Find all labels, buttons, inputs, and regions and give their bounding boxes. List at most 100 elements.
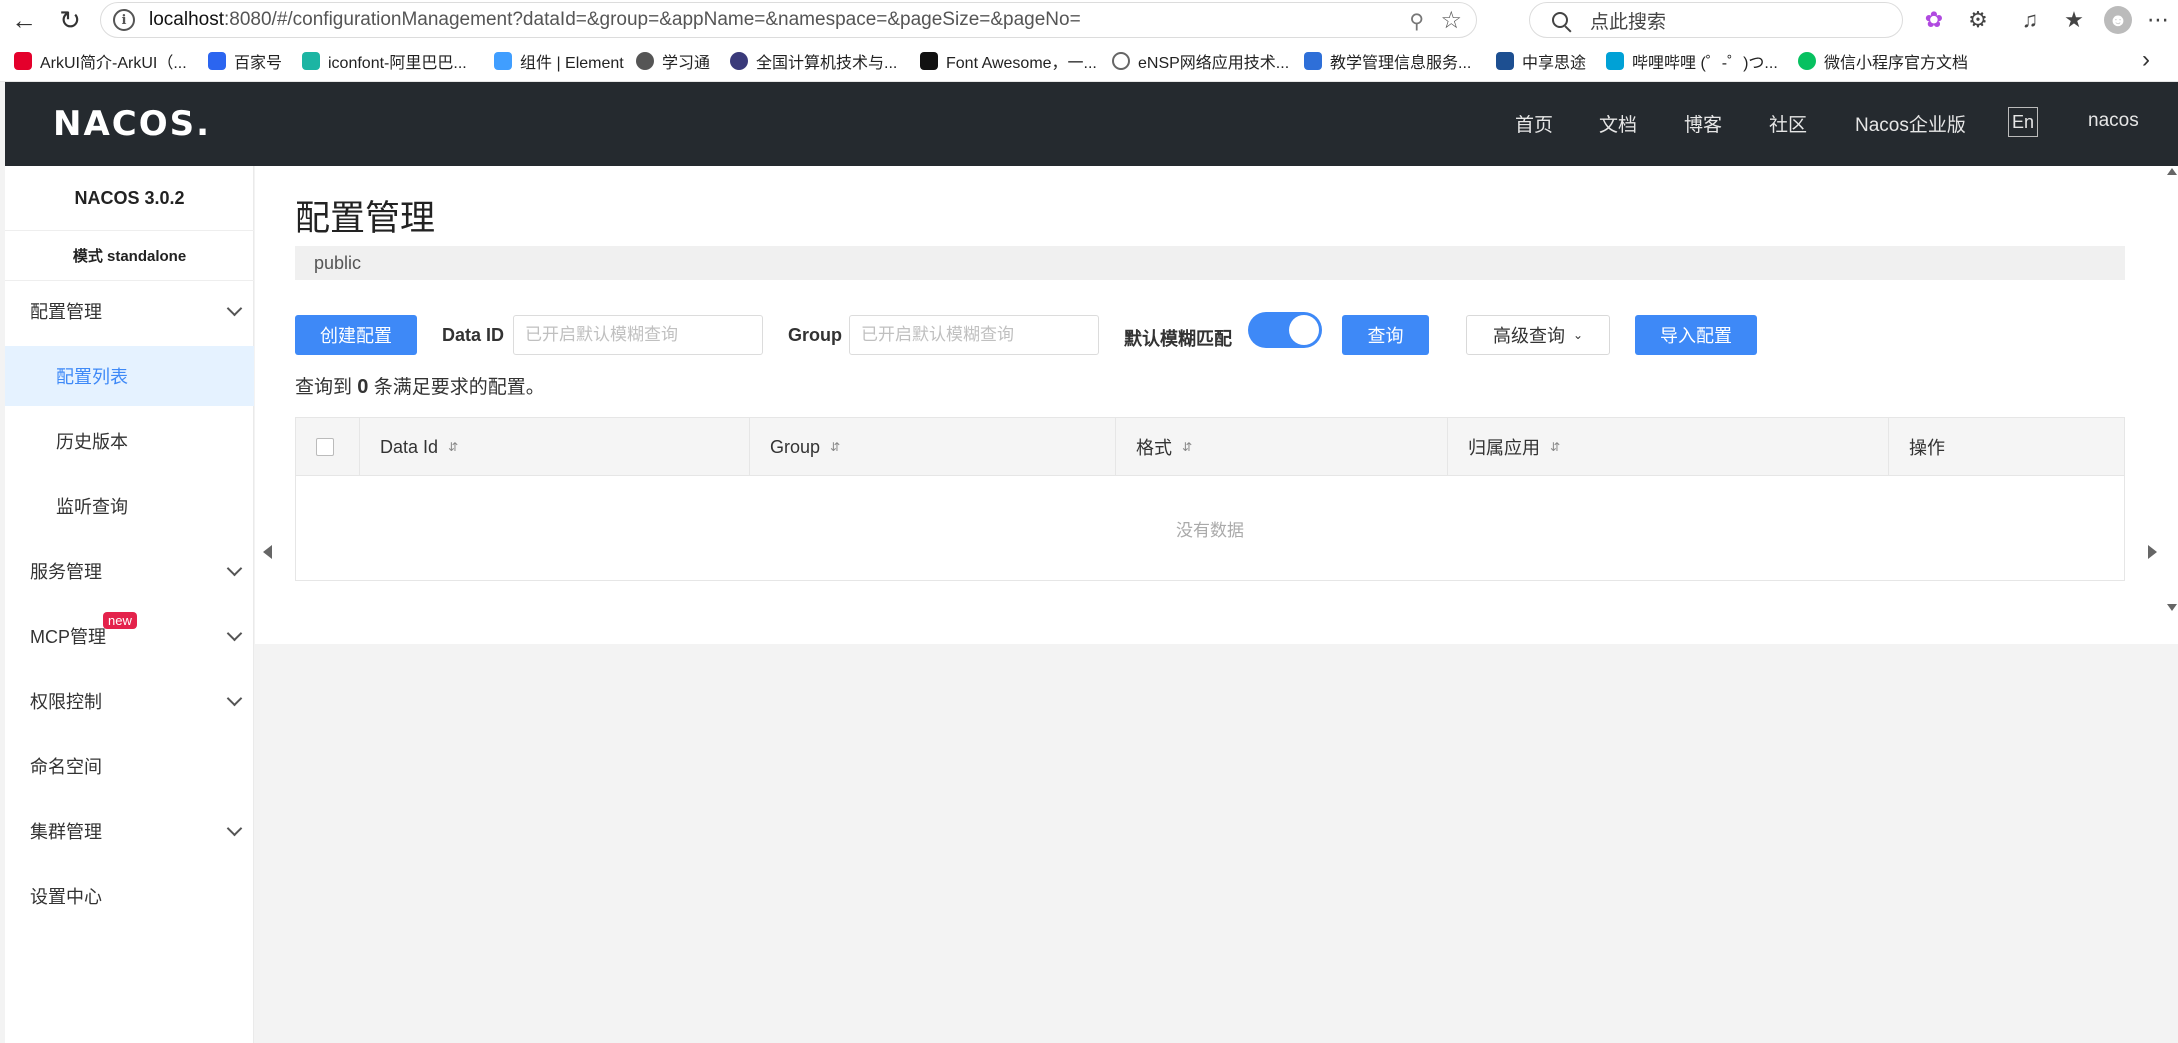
bookmark-icon xyxy=(14,52,32,70)
nav-home[interactable]: 首页 xyxy=(1515,110,1553,137)
scroll-left-icon[interactable] xyxy=(263,545,272,559)
sidebar-item-service[interactable]: 服务管理 xyxy=(5,541,254,601)
user-menu[interactable]: nacos xyxy=(2088,110,2139,132)
toggle-knob xyxy=(1289,315,1319,345)
bookmark-icon xyxy=(302,52,320,70)
sidebar-item-cluster[interactable]: 集群管理 xyxy=(5,801,254,861)
sidebar-item-label: 设置中心 xyxy=(30,887,102,907)
nacos-app: NACOS. 首页 文档 博客 社区 Nacos企业版 En nacos NAC… xyxy=(5,82,2178,1043)
dataid-input[interactable] xyxy=(513,315,763,355)
favorites-icon[interactable]: ★ xyxy=(2060,6,2088,34)
column-group[interactable]: Group ⇵ xyxy=(750,418,1116,476)
column-format[interactable]: 格式 ⇵ xyxy=(1116,418,1448,476)
result-count: 0 xyxy=(357,376,369,398)
browser-search-box[interactable]: 点此搜索 xyxy=(1529,2,1903,38)
extensions-icon[interactable]: ⚙ xyxy=(1964,6,1992,34)
bookmark-item[interactable]: 全国计算机技术与... xyxy=(730,50,897,72)
address-bar[interactable]: i localhost:8080/#/configurationManageme… xyxy=(100,2,1477,38)
profile-avatar-icon[interactable]: ☻ xyxy=(2104,6,2132,34)
sidebar-item-namespace[interactable]: 命名空间 xyxy=(5,736,254,796)
site-info-icon[interactable]: i xyxy=(113,9,135,31)
key-icon[interactable]: ⚲ xyxy=(1409,9,1424,34)
sidebar-item-label: 配置列表 xyxy=(56,367,128,387)
column-dataid[interactable]: Data Id ⇵ xyxy=(360,418,750,476)
group-label: Group xyxy=(788,325,842,345)
star-icon[interactable]: ☆ xyxy=(1440,6,1462,35)
sidebar-item-history[interactable]: 历史版本 xyxy=(5,411,254,471)
scroll-right-icon[interactable] xyxy=(2148,545,2157,559)
column-actions: 操作 xyxy=(1909,438,1945,458)
chevron-down-icon xyxy=(226,300,243,317)
new-badge: new xyxy=(103,612,137,629)
sidebar-item-mcp[interactable]: MCP管理 new xyxy=(5,606,254,666)
sidebar-item-config[interactable]: 配置管理 xyxy=(5,281,254,341)
sidebar-item-label: 配置管理 xyxy=(30,302,102,322)
bookmark-icon xyxy=(1304,52,1322,70)
sort-icon[interactable]: ⇵ xyxy=(1182,440,1192,454)
bookmark-item[interactable]: 哔哩哔哩 (゜-゜)つ... xyxy=(1606,50,1778,72)
query-button[interactable]: 查询 xyxy=(1342,315,1429,355)
reload-icon[interactable]: ↻ xyxy=(52,4,88,36)
sidebar-item-label: 服务管理 xyxy=(30,562,102,582)
bookmark-item[interactable]: Font Awesome，一... xyxy=(920,50,1097,72)
sidebar-item-label: 历史版本 xyxy=(56,432,128,452)
back-icon[interactable]: ← xyxy=(6,4,42,36)
sidebar-item-auth[interactable]: 权限控制 xyxy=(5,671,254,731)
create-config-button[interactable]: 创建配置 xyxy=(295,315,417,355)
bookmark-item[interactable]: iconfont-阿里巴巴... xyxy=(302,50,467,72)
import-config-button[interactable]: 导入配置 xyxy=(1635,315,1757,355)
bookmark-item[interactable]: 中享思途 xyxy=(1496,50,1586,72)
main-content: 配置管理 public 创建配置 Data ID Group 默认模糊匹配 查询… xyxy=(255,166,2178,644)
url-text: localhost:8080/#/configurationManagement… xyxy=(149,9,1081,30)
bookmark-item[interactable]: 微信小程序官方文档 xyxy=(1798,50,1968,72)
search-icon xyxy=(1552,12,1568,28)
sidebar-item-listener[interactable]: 监听查询 xyxy=(5,476,254,536)
bookmark-icon xyxy=(920,52,938,70)
group-input[interactable] xyxy=(849,315,1099,355)
sidebar: NACOS 3.0.2 模式 standalone 配置管理 配置列表 历史版本… xyxy=(5,166,254,1043)
nacos-logo[interactable]: NACOS. xyxy=(53,104,211,144)
dataid-label: Data ID xyxy=(442,325,505,345)
bookmark-item[interactable]: eNSP网络应用技术... xyxy=(1112,50,1289,72)
column-app[interactable]: 归属应用 ⇵ xyxy=(1448,418,1889,476)
fuzzy-match-toggle[interactable] xyxy=(1248,312,1322,348)
advanced-query-button[interactable]: 高级查询 ⌄ xyxy=(1466,315,1610,355)
more-icon[interactable]: ⋯ xyxy=(2144,6,2172,34)
sort-icon[interactable]: ⇵ xyxy=(830,440,840,454)
sort-icon[interactable]: ⇵ xyxy=(448,440,458,454)
media-icon[interactable]: ♫ xyxy=(2016,6,2044,34)
bookmarks-bar: ArkUI简介-ArkUI（... 百家号 iconfont-阿里巴巴... 组… xyxy=(0,40,2178,82)
copilot-icon[interactable]: ✿ xyxy=(1920,6,1948,34)
bilibili-icon xyxy=(1606,52,1624,70)
scroll-up-icon[interactable] xyxy=(2167,168,2177,175)
bookmark-item[interactable]: 组件 | Element xyxy=(494,50,624,72)
nav-blog[interactable]: 博客 xyxy=(1684,110,1722,137)
version-label: NACOS 3.0.2 xyxy=(5,166,254,231)
chevron-down-icon xyxy=(226,625,243,642)
bookmark-item[interactable]: ArkUI简介-ArkUI（... xyxy=(14,50,187,72)
sidebar-item-config-list[interactable]: 配置列表 xyxy=(5,346,254,406)
fuzzy-match-label: 默认模糊匹配 xyxy=(1124,329,1232,349)
nav-enterprise[interactable]: Nacos企业版 xyxy=(1855,110,1966,137)
sidebar-item-label: 集群管理 xyxy=(30,822,102,842)
top-navigation: NACOS. 首页 文档 博客 社区 Nacos企业版 En nacos xyxy=(5,82,2178,166)
scroll-down-icon[interactable] xyxy=(2167,604,2177,611)
language-switch-button[interactable]: En xyxy=(2008,107,2038,137)
select-all-checkbox[interactable] xyxy=(316,438,334,456)
nav-docs[interactable]: 文档 xyxy=(1599,110,1637,137)
sidebar-item-label: 权限控制 xyxy=(30,692,102,712)
bookmark-item[interactable]: 教学管理信息服务... xyxy=(1304,50,1471,72)
bookmark-item[interactable]: 百家号 xyxy=(208,50,282,72)
mode-label: 模式 standalone xyxy=(5,231,254,281)
sidebar-item-label: MCP管理 xyxy=(30,627,106,647)
empty-state: 没有数据 xyxy=(1176,521,1244,540)
namespace-tag[interactable]: public xyxy=(314,253,361,274)
sidebar-item-label: 监听查询 xyxy=(56,497,128,517)
bookmark-item[interactable]: 学习通 xyxy=(636,50,710,72)
sidebar-item-settings[interactable]: 设置中心 xyxy=(5,866,254,926)
nav-community[interactable]: 社区 xyxy=(1769,110,1807,137)
sort-icon[interactable]: ⇵ xyxy=(1550,440,1560,454)
chevron-right-icon[interactable]: › xyxy=(2142,46,2150,74)
bookmark-icon xyxy=(730,52,748,70)
chevron-down-icon xyxy=(226,560,243,577)
